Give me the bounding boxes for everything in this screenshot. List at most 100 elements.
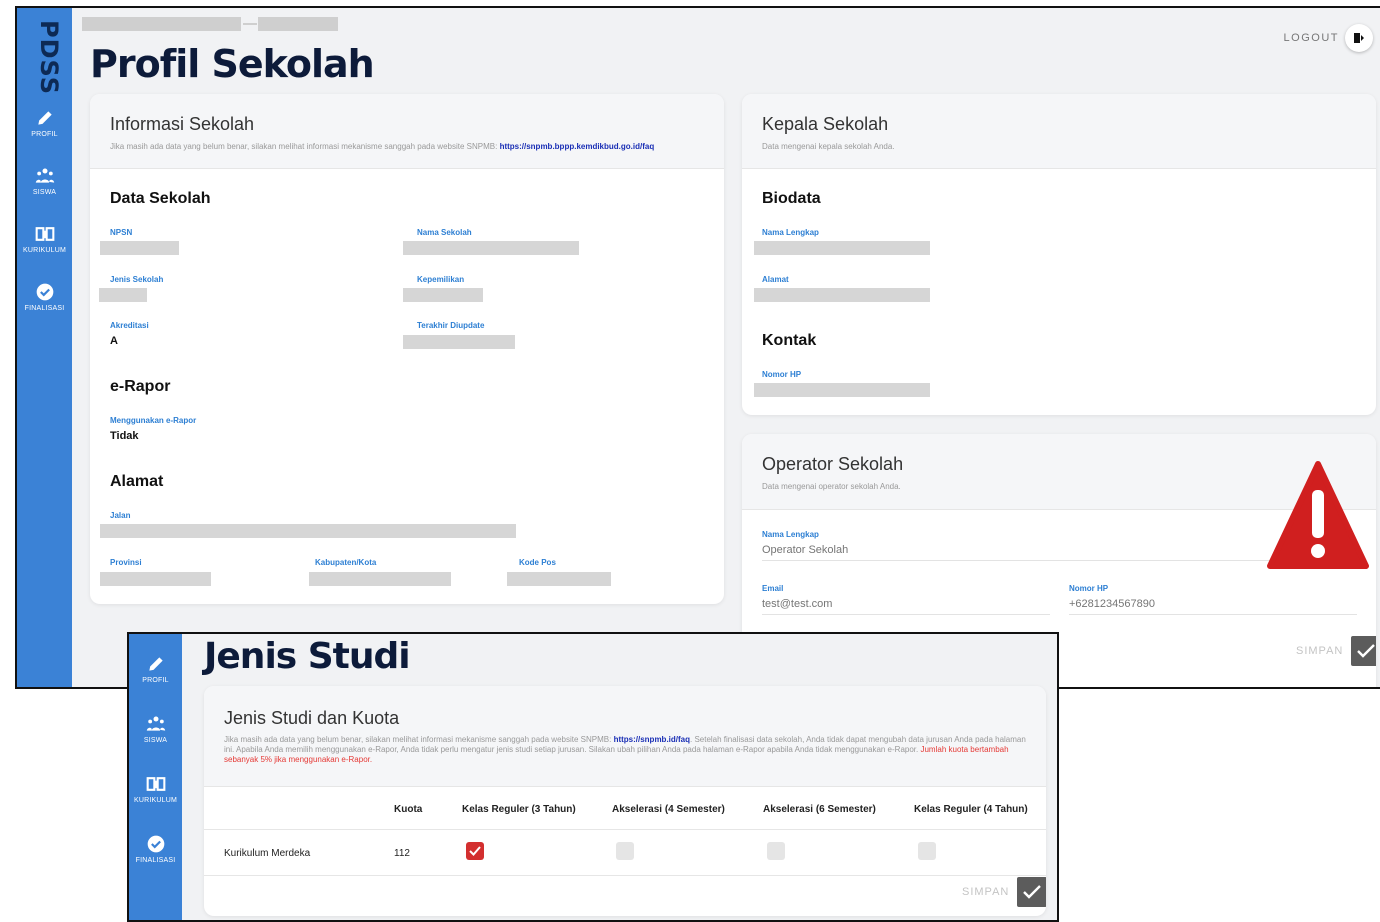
card-description: Jika masih ada data yang belum benar, si… <box>224 735 1029 765</box>
card-header: Informasi Sekolah Jika masih ada data ya… <box>90 94 724 169</box>
nav-item-kurikulum[interactable]: KURIKULUM <box>17 224 72 254</box>
nama-sekolah-value-redacted <box>403 241 579 255</box>
field-label: Alamat <box>762 275 789 284</box>
faq-link[interactable]: https://snpmb.bppp.kemdikbud.go.id/faq <box>500 142 655 151</box>
divider <box>204 875 1046 876</box>
book-icon <box>35 227 54 241</box>
pencil-icon <box>148 657 163 671</box>
field-label: Kabupaten/Kota <box>315 558 377 567</box>
field-label: NPSN <box>110 228 133 237</box>
breadcrumb-separator <box>243 23 257 25</box>
brand-logo[interactable]: PDSS <box>27 20 63 95</box>
profil-sekolah-screen: PDSS PROFIL SISWA KURIKULUM FINALISASI P… <box>15 6 1380 689</box>
save-label: SIMPAN <box>962 886 1010 898</box>
column-header: Kelas Reguler (3 Tahun) <box>462 804 576 815</box>
kabupaten-value-redacted <box>309 572 451 586</box>
nav-item-siswa[interactable]: SISWA <box>129 714 182 744</box>
page-title: Jenis Studi <box>204 636 411 677</box>
card-title: Informasi Sekolah <box>110 114 255 134</box>
checkbox-akselerasi-6-semester[interactable] <box>767 842 785 860</box>
row-kuota: 112 <box>394 848 410 859</box>
provinsi-value-redacted <box>100 572 211 586</box>
nav-item-profil[interactable]: PROFIL <box>17 108 72 138</box>
checkbox-kelas-reguler-3-tahun[interactable] <box>466 842 484 860</box>
column-header: Akselerasi (4 Semester) <box>612 804 725 815</box>
card-title: Kepala Sekolah <box>762 114 889 134</box>
column-header: Kelas Reguler (4 Tahun) <box>914 804 1028 815</box>
informasi-sekolah-card: Informasi Sekolah Jika masih ada data ya… <box>90 94 724 604</box>
npsn-value-redacted <box>100 241 179 255</box>
card-subtitle: Data mengenai kepala sekolah Anda. <box>762 142 895 151</box>
nav-label: PROFIL <box>142 677 169 684</box>
section-title: Kontak <box>762 332 817 349</box>
field-label: Jenis Sekolah <box>110 275 164 284</box>
check-circle-icon <box>36 283 53 301</box>
nav-item-finalisasi[interactable]: FINALISASI <box>17 282 72 312</box>
field-label: Terakhir Diupdate <box>417 321 485 330</box>
sidebar: PDSS PROFIL SISWA KURIKULUM FINALISASI <box>17 8 72 687</box>
section-title: Data Sekolah <box>110 190 211 207</box>
check-icon <box>469 846 481 856</box>
logout-label: LOGOUT <box>1283 32 1339 44</box>
check-icon <box>1357 644 1376 658</box>
row-name: Kurikulum Merdeka <box>224 848 311 859</box>
jenis-studi-save-button[interactable] <box>1017 877 1046 907</box>
kepemilikan-value-redacted <box>403 288 483 302</box>
nav-label: KURIKULUM <box>133 797 178 804</box>
checkbox-kelas-reguler-4-tahun[interactable] <box>918 842 936 860</box>
nav-label: PROFIL <box>31 131 58 138</box>
breadcrumb-redacted[interactable] <box>258 17 338 31</box>
nav-label: FINALISASI <box>24 305 65 312</box>
nav-label: FINALISASI <box>135 857 176 864</box>
alamat-kepala-value-redacted <box>754 288 930 302</box>
card-header: Jenis Studi dan Kuota Jika masih ada dat… <box>204 686 1046 787</box>
users-icon <box>35 168 54 183</box>
field-label: Nama Sekolah <box>417 228 472 237</box>
jenis-studi-card: Jenis Studi dan Kuota Jika masih ada dat… <box>204 686 1046 916</box>
check-circle-icon <box>147 835 164 853</box>
sidebar: PROFIL SISWA KURIKULUM FINALISASI <box>129 634 182 920</box>
faq-link[interactable]: https://snpmb.id/faq <box>614 735 690 744</box>
desc-text: Jika masih ada data yang belum benar, si… <box>224 735 612 744</box>
nav-item-profil[interactable]: PROFIL <box>129 654 182 684</box>
kode-pos-value-redacted <box>507 572 611 586</box>
nama-kepala-value-redacted <box>754 241 930 255</box>
column-header: Akselerasi (6 Semester) <box>763 804 876 815</box>
operator-email-input[interactable] <box>762 598 1050 615</box>
field-label: Nama Lengkap <box>762 228 819 237</box>
hp-kepala-value-redacted <box>754 383 930 397</box>
users-icon <box>146 716 165 731</box>
field-label: Email <box>762 584 784 593</box>
jenis-sekolah-value-redacted <box>99 288 147 302</box>
card-header: Kepala Sekolah Data mengenai kepala seko… <box>742 94 1376 169</box>
erapor-value: Tidak <box>110 430 139 442</box>
jenis-studi-save-row: SIMPAN <box>962 877 1046 907</box>
breadcrumb-redacted[interactable] <box>82 17 241 31</box>
nav-label: KURIKULUM <box>22 247 67 254</box>
logout-button[interactable]: LOGOUT <box>1284 24 1373 52</box>
nav-label: SISWA <box>143 737 168 744</box>
field-label: Akreditasi <box>110 321 149 330</box>
field-label: Kepemilikan <box>417 275 465 284</box>
nav-item-siswa[interactable]: SISWA <box>17 166 72 196</box>
nav-item-finalisasi[interactable]: FINALISASI <box>129 834 182 864</box>
subtitle-text: Jika masih ada data yang belum benar, si… <box>110 142 498 151</box>
kepala-sekolah-card: Kepala Sekolah Data mengenai kepala seko… <box>742 94 1376 415</box>
terakhir-diupdate-value-redacted <box>403 335 515 349</box>
page-title: Profil Sekolah <box>90 42 375 86</box>
book-icon <box>146 777 165 791</box>
nav-item-kurikulum[interactable]: KURIKULUM <box>129 774 182 804</box>
operator-save-row: SIMPAN <box>1296 636 1376 666</box>
operator-save-button[interactable] <box>1351 636 1376 666</box>
operator-nama-input[interactable] <box>762 544 1347 561</box>
field-label: Jalan <box>110 511 131 520</box>
section-title: Alamat <box>110 473 164 490</box>
logout-icon <box>1345 24 1373 52</box>
operator-hp-input[interactable] <box>1069 598 1357 615</box>
section-title: e-Rapor <box>110 378 171 395</box>
field-label: Nomor HP <box>1069 584 1109 593</box>
jalan-value-redacted <box>100 524 516 538</box>
section-title: Biodata <box>762 190 821 207</box>
divider <box>204 829 1046 830</box>
checkbox-akselerasi-4-semester[interactable] <box>616 842 634 860</box>
